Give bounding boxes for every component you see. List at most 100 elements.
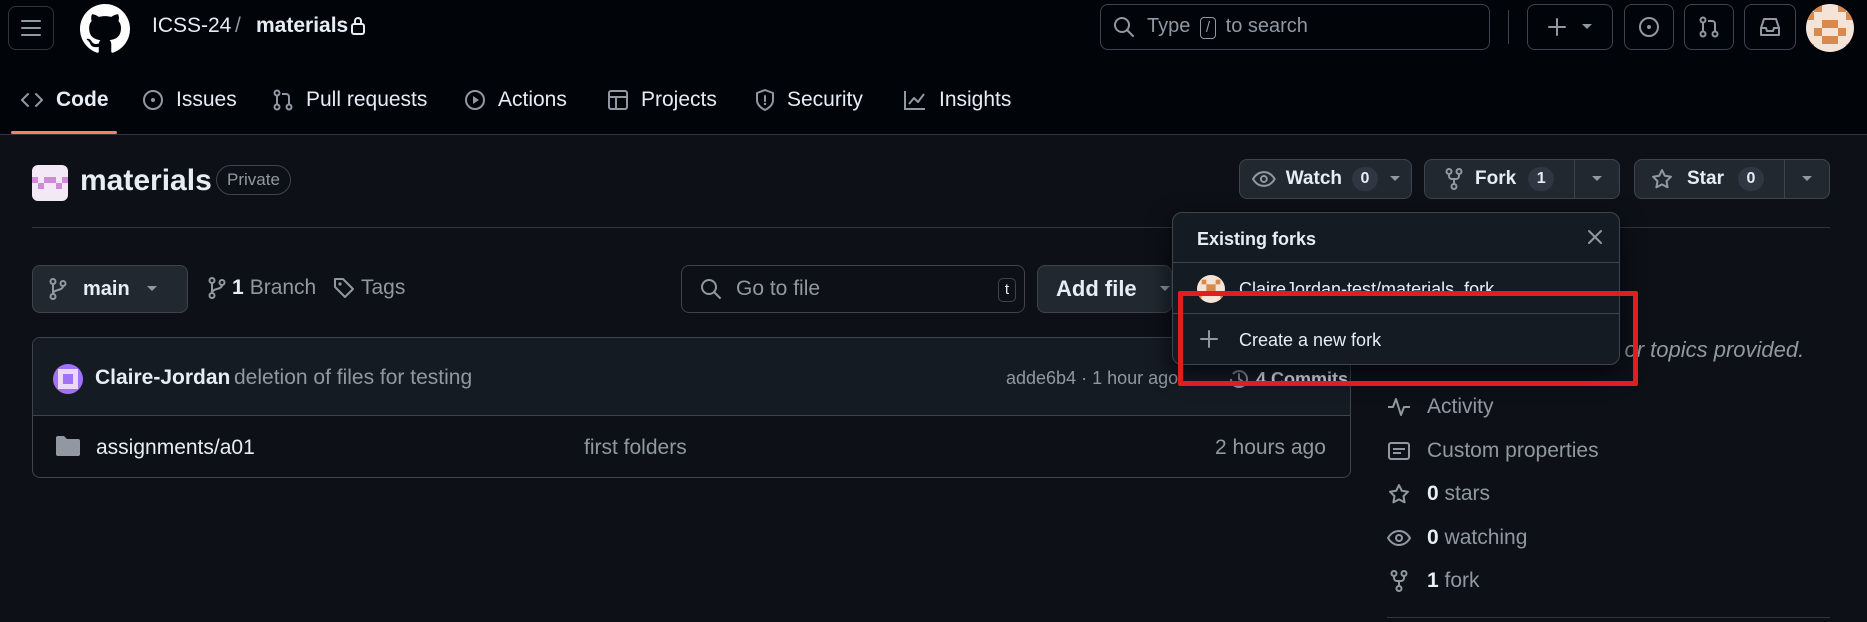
star-button-group[interactable]: Star 0 [1634, 159, 1830, 199]
shield-icon [756, 89, 774, 111]
close-icon [1588, 230, 1602, 244]
commit-hash-time[interactable]: adde6b4 · 1 hour ago [1006, 368, 1178, 389]
search-shortcut-key: / [1199, 17, 1217, 39]
triangle-down-icon [146, 286, 157, 291]
triangle-down-icon [1801, 176, 1812, 181]
activity-link[interactable]: Activity [1387, 395, 1494, 419]
tab-insights-label: Insights [939, 88, 1012, 111]
breadcrumb-repo[interactable]: materials [256, 14, 348, 38]
note-icon [1388, 442, 1410, 460]
play-icon [465, 90, 485, 110]
fork-button-group[interactable]: Fork 1 [1424, 159, 1620, 199]
user-avatar[interactable] [1806, 4, 1854, 52]
add-file-button[interactable]: Add file [1037, 265, 1172, 313]
fork-count: 1 [1528, 167, 1555, 191]
stars-link[interactable]: 0 stars [1387, 482, 1490, 506]
tab-insights[interactable]: Insights [903, 76, 1011, 124]
watching-count: 0 [1427, 526, 1439, 549]
commit-author[interactable]: Claire-Jordan [95, 366, 230, 390]
branch-selector[interactable]: main [32, 265, 188, 313]
fork-label: Fork [1475, 168, 1517, 189]
go-to-file-placeholder: Go to file [736, 277, 821, 300]
watchers-link[interactable]: 0 watching [1387, 526, 1527, 550]
commit-author-avatar[interactable] [53, 364, 83, 394]
tab-code[interactable]: Code [20, 76, 109, 124]
search-placeholder: Type / to search [1147, 15, 1308, 39]
github-logo-icon[interactable] [80, 4, 130, 54]
custom-properties-link[interactable]: Custom properties [1387, 439, 1599, 463]
issues-button[interactable] [1624, 4, 1674, 50]
tab-issues-label: Issues [176, 88, 237, 111]
branches-link[interactable]: 1 Branch [208, 276, 316, 300]
stars-count: 0 [1427, 482, 1439, 505]
tab-pull-requests-label: Pull requests [306, 88, 428, 111]
triangle-down-icon [1591, 176, 1602, 181]
tab-actions-label: Actions [498, 88, 567, 111]
triangle-down-icon [1389, 176, 1400, 181]
repo-title[interactable]: materials [80, 164, 212, 198]
visibility-badge: Private [216, 165, 291, 195]
star-icon [1652, 169, 1672, 189]
git-branch-icon [49, 278, 67, 300]
fork-dropdown-toggle[interactable] [1573, 160, 1619, 198]
tab-projects[interactable]: Projects [607, 76, 717, 124]
tag-icon [334, 278, 354, 298]
file-row-time: 2 hours ago [1215, 436, 1326, 459]
tags-link[interactable]: Tags [333, 276, 405, 300]
eye-icon [1252, 171, 1276, 187]
folder-icon [55, 435, 81, 457]
search-input[interactable]: Type / to search [1100, 4, 1490, 50]
menu-button[interactable] [8, 6, 54, 50]
table-icon [608, 90, 628, 110]
pulse-icon [1388, 398, 1410, 416]
breadcrumb-owner[interactable]: ICSS-24 [152, 14, 231, 38]
header-divider [1508, 10, 1509, 44]
watch-label: Watch [1285, 168, 1342, 189]
tab-security[interactable]: Security [755, 76, 863, 124]
pull-requests-button[interactable] [1684, 4, 1734, 50]
watch-count: 0 [1352, 167, 1378, 191]
create-new-button[interactable] [1527, 4, 1613, 50]
repo-owner-avatar[interactable] [32, 165, 68, 201]
tab-pull-requests[interactable]: Pull requests [272, 76, 427, 124]
graph-icon [904, 91, 925, 110]
watch-dropdown[interactable] [1378, 175, 1411, 183]
pull-request-icon [273, 89, 293, 111]
watch-button[interactable]: Watch 0 [1239, 159, 1412, 199]
active-tab-indicator [11, 131, 117, 134]
star-dropdown-toggle[interactable] [1783, 160, 1830, 198]
commit-message[interactable]: deletion of files for testing [234, 366, 472, 390]
hamburger-icon [21, 20, 41, 36]
add-file-label: Add file [1056, 276, 1137, 301]
star-count: 0 [1737, 167, 1764, 191]
search-prefix: Type [1147, 15, 1191, 37]
forks-label: fork [1444, 569, 1480, 592]
inbox-button[interactable] [1744, 4, 1796, 50]
git-branch-icon [208, 277, 226, 299]
go-to-file-shortcut: t [997, 278, 1016, 302]
branch-name: main [83, 277, 130, 300]
plus-icon [1548, 18, 1566, 36]
tab-actions[interactable]: Actions [464, 76, 567, 124]
eye-icon [1387, 529, 1411, 547]
issue-icon [143, 90, 163, 110]
sidebar-divider [1387, 617, 1830, 618]
triangle-down-icon [1159, 286, 1170, 291]
branch-count: 1 [232, 276, 244, 299]
watch-main[interactable]: Watch 0 [1240, 167, 1378, 191]
file-row-message[interactable]: first folders [584, 436, 687, 460]
tab-issues[interactable]: Issues [142, 76, 237, 124]
forks-link[interactable]: 1 fork [1387, 569, 1480, 593]
file-row-name[interactable]: assignments/a01 [96, 436, 255, 460]
stars-label: stars [1444, 482, 1491, 505]
star-button[interactable]: Star 0 [1635, 167, 1784, 191]
file-table: Claire-Jordan deletion of files for test… [32, 337, 1351, 478]
star-icon [1389, 484, 1409, 504]
tab-code-label: Code [56, 88, 109, 111]
tags-label: Tags [361, 276, 406, 299]
fork-button[interactable]: Fork 1 [1425, 167, 1574, 191]
go-to-file-input[interactable]: Go to file t [681, 265, 1025, 313]
close-button[interactable] [1585, 227, 1605, 247]
issue-icon [1639, 17, 1659, 37]
activity-label: Activity [1427, 395, 1494, 418]
